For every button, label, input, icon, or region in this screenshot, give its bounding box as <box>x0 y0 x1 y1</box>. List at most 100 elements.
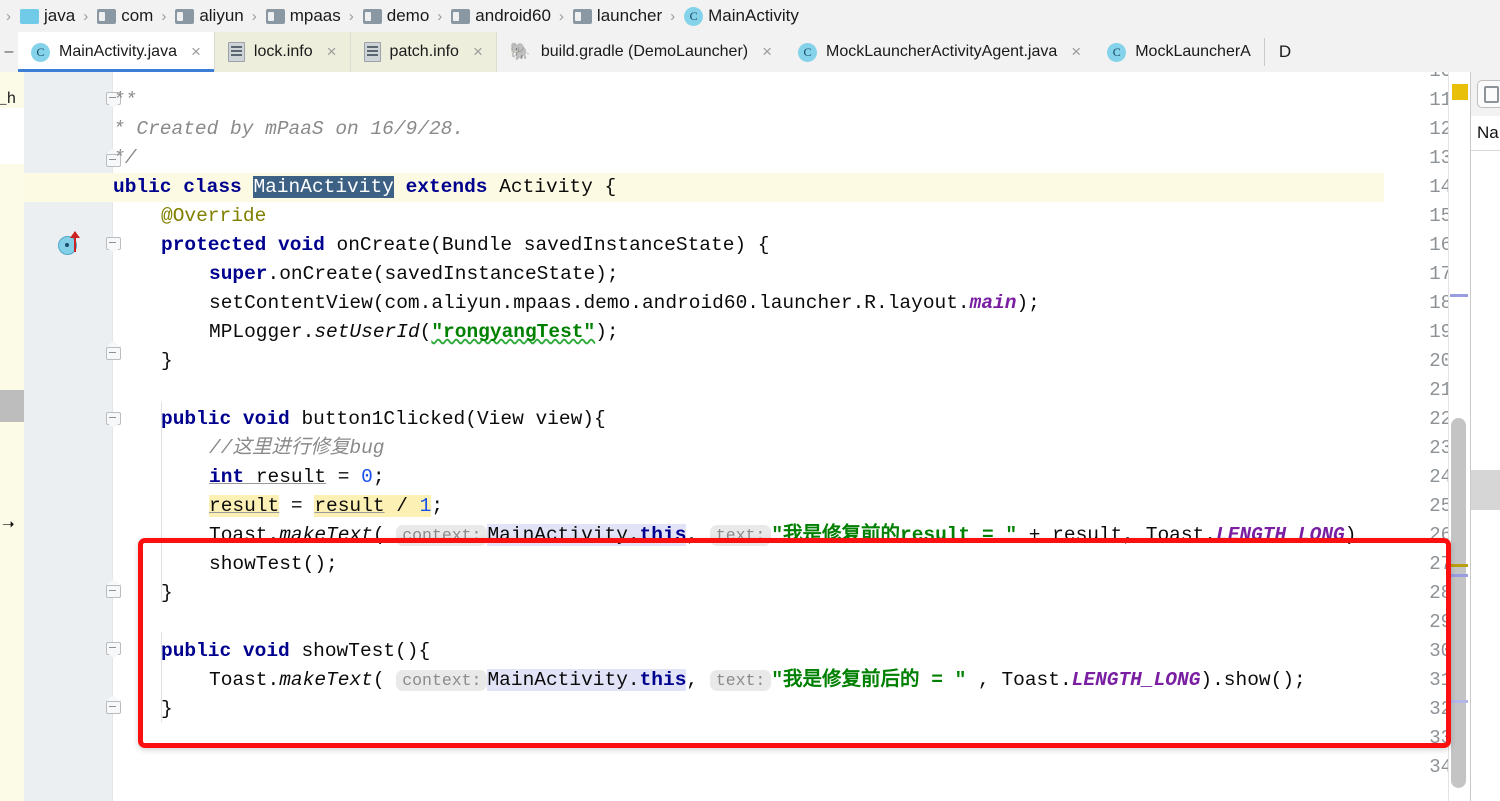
panel-selected-row <box>0 390 24 422</box>
code-line-25: result = result / 1; <box>209 495 444 517</box>
code-line-16: protected void onCreate(Bundle savedInst… <box>161 234 770 256</box>
code-editor[interactable]: _h ➝ 10 11 12 13 14 15 16 17 18 19 20 21… <box>0 72 1500 801</box>
ide-window: › java › com › aliyun › mpaas › demo › a… <box>0 0 1500 801</box>
code-line-26: Toast.makeText( context: MainActivity.thi… <box>209 524 1357 546</box>
code-line-18: setContentView(com.aliyun.mpaas.demo.and… <box>209 292 1040 314</box>
gradle-elephant-icon: 🐘 <box>509 42 532 61</box>
right-panel-selected-row[interactable] <box>1471 470 1500 510</box>
string-literal: "我是修复前后的 = " <box>771 669 967 691</box>
code-line-22: public void button1Clicked(View view){ <box>161 408 606 430</box>
close-icon[interactable]: × <box>1071 42 1081 62</box>
folder-icon <box>451 8 471 24</box>
code-line-32: } <box>161 698 173 720</box>
tab-mainactivity-java[interactable]: C MainActivity.java × <box>18 32 215 72</box>
right-panel-column-header: Na <box>1471 116 1500 151</box>
breadcrumb-label: MainActivity <box>708 6 799 25</box>
folder-source-icon <box>20 8 39 24</box>
code-line-14: ublic class MainActivity extends Activit… <box>113 176 617 198</box>
code-line-30: public void showTest(){ <box>161 640 431 662</box>
editor-tab-bar: – C MainActivity.java × lock.info × patc… <box>0 32 1500 73</box>
tab-build-gradle[interactable]: 🐘 build.gradle (DemoLauncher) × <box>496 32 786 72</box>
project-panel-edge[interactable]: _h ➝ <box>0 72 25 801</box>
close-icon[interactable]: × <box>762 42 772 62</box>
override-arrow <box>70 231 80 252</box>
code-line-11: ** <box>113 89 137 111</box>
warning-marker[interactable] <box>1450 564 1468 567</box>
change-marker[interactable] <box>1450 294 1468 297</box>
param-hint-context: context: <box>396 670 488 691</box>
breadcrumb-label: demo <box>386 6 430 25</box>
folder-icon <box>265 8 285 24</box>
tab-label: build.gradle (DemoLauncher) <box>540 43 749 60</box>
close-icon[interactable]: × <box>327 42 337 62</box>
breadcrumb-item-java[interactable]: java <box>16 0 77 32</box>
breadcrumb-label: aliyun <box>199 6 244 25</box>
code-line-12: * Created by mPaaS on 16/9/28. <box>113 118 465 140</box>
right-tool-panel[interactable]: Na <box>1470 72 1500 801</box>
change-marker[interactable] <box>1450 700 1468 703</box>
param-hint-text: text: <box>709 525 772 546</box>
param-hint-text: text: <box>709 670 772 691</box>
breadcrumb-separator: › <box>83 7 89 25</box>
selected-token: MainActivity <box>253 176 394 198</box>
tab-label: patch.info <box>389 43 459 60</box>
tab-label: MainActivity.java <box>59 43 177 60</box>
breadcrumb-separator: › <box>161 7 167 25</box>
breadcrumb-item-mpaas[interactable]: mpaas <box>262 0 343 32</box>
tab-mocklaunchera[interactable]: C MockLauncherA <box>1094 32 1264 72</box>
panel-white-band <box>0 108 24 164</box>
close-icon[interactable]: × <box>473 42 483 62</box>
code-line-23: //这里进行修复bug <box>209 437 385 459</box>
override-method-icon[interactable] <box>58 231 86 256</box>
breadcrumb-item-com[interactable]: com <box>93 0 155 32</box>
breadcrumb-separator: › <box>6 7 11 25</box>
breadcrumb: › java › com › aliyun › mpaas › demo › a… <box>0 0 1500 33</box>
breadcrumb-item-mainactivity[interactable]: C MainActivity <box>680 0 801 32</box>
tab-scroll-left-icon[interactable]: – <box>0 32 18 72</box>
tab-patch-info[interactable]: patch.info × <box>350 32 497 72</box>
breadcrumb-label: launcher <box>596 6 663 25</box>
close-icon[interactable]: × <box>191 42 201 62</box>
project-panel-clipped-label: _h <box>0 90 17 108</box>
java-class-icon: C <box>798 42 818 62</box>
right-panel-toolbar <box>1471 72 1500 117</box>
breadcrumb-separator: › <box>437 7 443 25</box>
breadcrumb-label: android60 <box>475 6 551 25</box>
breadcrumb-item-android60[interactable]: android60 <box>447 0 553 32</box>
info-file-icon <box>227 42 245 62</box>
java-class-icon: C <box>684 6 704 26</box>
tab-label: MockLauncherActivityAgent.java <box>826 43 1058 60</box>
java-class-icon: C <box>1107 42 1127 62</box>
breadcrumb-separator: › <box>251 7 257 25</box>
warning-marker-icon[interactable] <box>1452 84 1468 100</box>
breadcrumb-item-launcher[interactable]: launcher <box>569 0 664 32</box>
breadcrumb-item-demo[interactable]: demo <box>359 0 432 32</box>
folder-icon <box>572 8 592 24</box>
right-panel-title: D <box>1264 32 1500 72</box>
code-line-28: } <box>161 582 173 604</box>
info-file-icon <box>363 42 381 62</box>
device-icon[interactable] <box>1477 80 1500 108</box>
code-line-15: @Override <box>161 205 267 227</box>
breadcrumb-separator: › <box>558 7 564 25</box>
code-line-31: Toast.makeText( context: MainActivity.thi… <box>209 669 1306 691</box>
code-line-24: int result = 0; <box>209 466 385 488</box>
tab-lock-info[interactable]: lock.info × <box>214 32 351 72</box>
tab-label: MockLauncherA <box>1135 43 1251 60</box>
breadcrumb-item-aliyun[interactable]: aliyun <box>171 0 245 32</box>
code-line-19: MPLogger.setUserId("rongyangTest"); <box>209 321 619 343</box>
breadcrumb-label: java <box>44 6 76 25</box>
breadcrumb-label: mpaas <box>289 6 341 25</box>
tab-label: lock.info <box>253 43 313 60</box>
code-line-13: */ <box>113 147 137 169</box>
java-class-icon: C <box>31 42 50 62</box>
breadcrumb-separator: › <box>670 7 676 25</box>
folder-icon <box>362 8 382 24</box>
change-marker[interactable] <box>1450 574 1468 577</box>
code-text-area[interactable]: ** * Created by mPaaS on 16/9/28. */ ubl… <box>24 72 1500 801</box>
vertical-scrollbar-thumb[interactable] <box>1451 418 1466 788</box>
tab-mocklauncheractivityagent-java[interactable]: C MockLauncherActivityAgent.java × <box>785 32 1095 72</box>
breadcrumb-separator: › <box>348 7 354 25</box>
panel-glyph: ➝ <box>2 516 15 533</box>
breadcrumb-label: com <box>121 6 154 25</box>
